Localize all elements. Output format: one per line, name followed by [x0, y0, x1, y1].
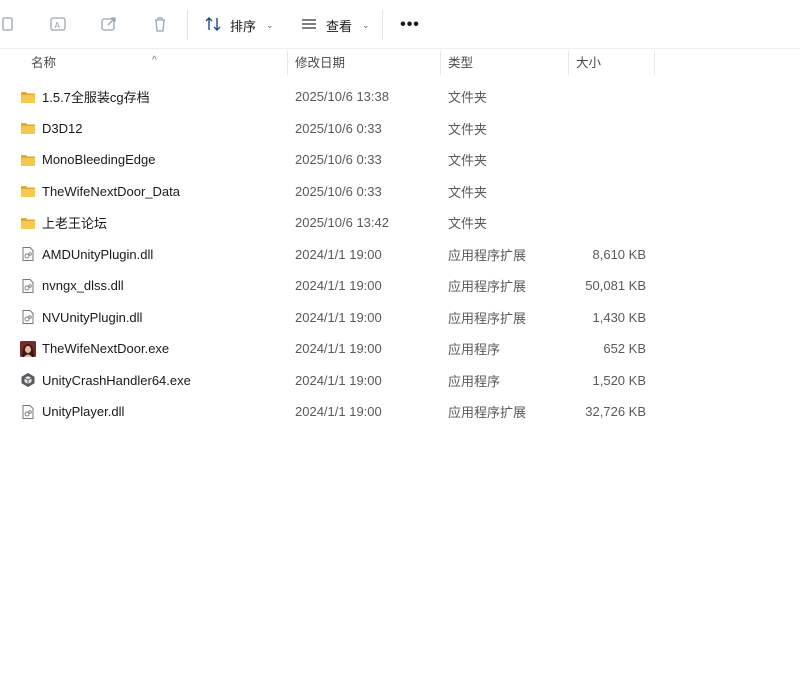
- file-size: 652 KB: [603, 341, 646, 357]
- rename-icon[interactable]: A: [44, 10, 72, 38]
- dll-file-icon: [20, 309, 36, 325]
- delete-icon[interactable]: [146, 10, 174, 38]
- view-icon: [300, 15, 318, 36]
- file-type: 应用程序扩展: [448, 247, 527, 263]
- file-row[interactable]: MonoBleedingEdge 2025/10/6 0:33 文件夹: [0, 144, 800, 176]
- folder-icon: [20, 152, 36, 168]
- column-header-size[interactable]: 大小: [570, 49, 655, 77]
- file-name: 上老王论坛: [42, 216, 108, 232]
- file-name: TheWifeNextDoor.exe: [42, 341, 170, 357]
- file-date: 2025/10/6 13:42: [295, 215, 389, 231]
- file-size: 1,430 KB: [592, 309, 647, 325]
- file-type: 文件夹: [448, 184, 488, 200]
- column-header-name[interactable]: 名称 ^: [0, 49, 288, 77]
- file-date: 2025/10/6 0:33: [295, 152, 382, 168]
- column-header-date[interactable]: 修改日期: [289, 49, 441, 77]
- file-type: 文件夹: [448, 216, 488, 232]
- column-header: 名称 ^ 修改日期 类型 大小: [0, 48, 800, 77]
- file-name: UnityCrashHandler64.exe: [42, 372, 191, 388]
- more-options-button[interactable]: •••: [398, 10, 422, 40]
- file-type: 应用程序: [448, 373, 501, 389]
- sort-icon: [204, 15, 222, 36]
- view-label: 查看: [326, 18, 353, 34]
- dll-file-icon: [20, 246, 36, 262]
- command-bar: A 排序 ⌄ 查看 ⌄ •••: [0, 0, 800, 48]
- file-type: 文件夹: [448, 121, 488, 137]
- file-row[interactable]: TheWifeNextDoor.exe 2024/1/1 19:00 应用程序 …: [0, 333, 800, 365]
- file-name: nvngx_dlss.dll: [42, 278, 124, 294]
- file-date: 2024/1/1 19:00: [295, 309, 382, 325]
- file-date: 2025/10/6 0:33: [295, 183, 382, 199]
- file-name: D3D12: [42, 120, 83, 136]
- file-row[interactable]: TheWifeNextDoor_Data 2025/10/6 0:33 文件夹: [0, 176, 800, 208]
- file-date: 2025/10/6 0:33: [295, 120, 382, 136]
- app-portrait-icon: [20, 340, 36, 357]
- unity-icon: [20, 372, 36, 388]
- column-divider[interactable]: [654, 51, 655, 75]
- chevron-down-icon: ⌄: [266, 19, 274, 30]
- file-row[interactable]: nvngx_dlss.dll 2024/1/1 19:00 应用程序扩展 50,…: [0, 270, 800, 302]
- chevron-down-icon: ⌄: [362, 19, 370, 30]
- file-list: 1.5.7全服装cg存档 2025/10/6 13:38 文件夹 D3D12 2…: [0, 81, 800, 428]
- copy-icon[interactable]: [0, 10, 22, 38]
- toolbar-divider: [187, 10, 188, 40]
- file-date: 2024/1/1 19:00: [295, 246, 382, 262]
- file-row[interactable]: UnityCrashHandler64.exe 2024/1/1 19:00 应…: [0, 365, 800, 397]
- file-type: 文件夹: [448, 90, 488, 106]
- sort-button[interactable]: 排序 ⌄: [204, 10, 274, 40]
- column-name-label: 名称: [31, 56, 57, 70]
- column-divider[interactable]: [287, 51, 288, 75]
- file-row[interactable]: 1.5.7全服装cg存档 2025/10/6 13:38 文件夹: [0, 81, 800, 113]
- file-date: 2024/1/1 19:00: [295, 404, 382, 420]
- column-header-type[interactable]: 类型: [442, 49, 569, 77]
- share-icon[interactable]: [95, 10, 123, 38]
- file-name: MonoBleedingEdge: [42, 152, 156, 168]
- dll-file-icon: [20, 404, 36, 420]
- file-date: 2024/1/1 19:00: [295, 278, 382, 294]
- file-size: 1,520 KB: [592, 372, 647, 388]
- file-size: 8,610 KB: [592, 246, 647, 262]
- file-type: 应用程序扩展: [448, 310, 527, 326]
- file-name: NVUnityPlugin.dll: [42, 309, 143, 325]
- file-name: UnityPlayer.dll: [42, 404, 125, 420]
- folder-icon: [20, 89, 36, 105]
- file-type: 应用程序扩展: [448, 279, 527, 295]
- file-date: 2024/1/1 19:00: [295, 341, 382, 357]
- column-size-label: 大小: [576, 56, 602, 70]
- file-row[interactable]: D3D12 2025/10/6 0:33 文件夹: [0, 113, 800, 145]
- sort-ascending-icon: ^: [152, 55, 157, 66]
- column-divider[interactable]: [440, 51, 441, 75]
- column-type-label: 类型: [448, 56, 474, 70]
- toolbar-divider: [382, 10, 383, 40]
- file-name: TheWifeNextDoor_Data: [42, 183, 180, 199]
- column-divider[interactable]: [568, 51, 569, 75]
- file-row[interactable]: 上老王论坛 2025/10/6 13:42 文件夹: [0, 207, 800, 239]
- file-name: AMDUnityPlugin.dll: [42, 246, 154, 262]
- dll-file-icon: [20, 278, 36, 294]
- folder-icon: [20, 215, 36, 231]
- file-row[interactable]: UnityPlayer.dll 2024/1/1 19:00 应用程序扩展 32…: [0, 396, 800, 428]
- file-row[interactable]: NVUnityPlugin.dll 2024/1/1 19:00 应用程序扩展 …: [0, 302, 800, 334]
- file-date: 2025/10/6 13:38: [295, 89, 389, 105]
- file-size: 50,081 KB: [585, 278, 646, 294]
- folder-icon: [20, 120, 36, 136]
- folder-icon: [20, 183, 36, 199]
- file-row[interactable]: AMDUnityPlugin.dll 2024/1/1 19:00 应用程序扩展…: [0, 239, 800, 271]
- file-type: 文件夹: [448, 153, 488, 169]
- column-date-label: 修改日期: [295, 56, 346, 70]
- file-type: 应用程序扩展: [448, 405, 527, 421]
- file-date: 2024/1/1 19:00: [295, 372, 382, 388]
- file-type: 应用程序: [448, 342, 501, 358]
- view-button[interactable]: 查看 ⌄: [300, 10, 370, 40]
- sort-label: 排序: [230, 18, 257, 34]
- svg-text:A: A: [55, 21, 61, 30]
- file-name: 1.5.7全服装cg存档: [42, 90, 150, 106]
- file-size: 32,726 KB: [585, 404, 646, 420]
